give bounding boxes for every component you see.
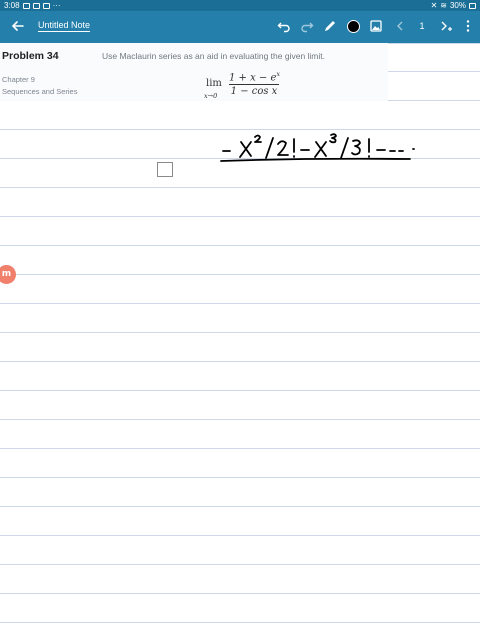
battery-icon: [469, 2, 476, 9]
chapter-label: Chapter 9: [2, 75, 35, 84]
image-icon: [42, 2, 50, 9]
notification-icon: [22, 2, 30, 9]
exponent: x: [276, 70, 281, 78]
mute-icon: ✕: [430, 1, 438, 10]
clock: 3:08: [4, 1, 20, 10]
pen-color-swatch[interactable]: [344, 17, 362, 35]
page-number: 1: [419, 21, 425, 31]
page-indicator: 1: [413, 17, 431, 35]
insert-image-icon[interactable]: [367, 17, 385, 35]
handwriting-strokes: [215, 128, 425, 169]
battery-level: 30%: [449, 1, 466, 10]
section-label: Sequences and Series: [2, 87, 78, 96]
back-arrow-icon[interactable]: [8, 15, 28, 37]
redo-icon[interactable]: [298, 17, 316, 35]
limit-word: lim: [206, 78, 222, 89]
problem-title: Problem 34: [2, 50, 59, 62]
wifi-icon: ≋: [440, 1, 447, 10]
fraction-numerator: 1 + x − ex: [229, 70, 281, 84]
fraction-denominator: 1 − cos x: [230, 86, 278, 98]
app-toolbar: Untitled Note 1: [0, 11, 480, 43]
color-dot: [346, 19, 360, 33]
more-options-icon[interactable]: [459, 17, 477, 35]
notification-icon: [32, 2, 40, 9]
next-page-add-icon[interactable]: [436, 17, 454, 35]
status-bar: 3:08 ··· ✕ ≋ 30%: [0, 0, 480, 11]
fraction: 1 + x − ex 1 − cos x: [229, 70, 281, 98]
pen-icon[interactable]: [321, 17, 339, 35]
fraction-bar: [229, 84, 279, 86]
undo-icon[interactable]: [275, 17, 293, 35]
checkbox[interactable]: [157, 162, 173, 177]
previous-page-icon[interactable]: [391, 17, 409, 35]
limit-subscript: x→0: [204, 92, 218, 100]
more-notifications-icon: ···: [52, 1, 61, 10]
problem-instruction: Use Maclaurin series as an aid in evalua…: [102, 51, 326, 61]
note-title[interactable]: Untitled Note: [38, 20, 91, 32]
